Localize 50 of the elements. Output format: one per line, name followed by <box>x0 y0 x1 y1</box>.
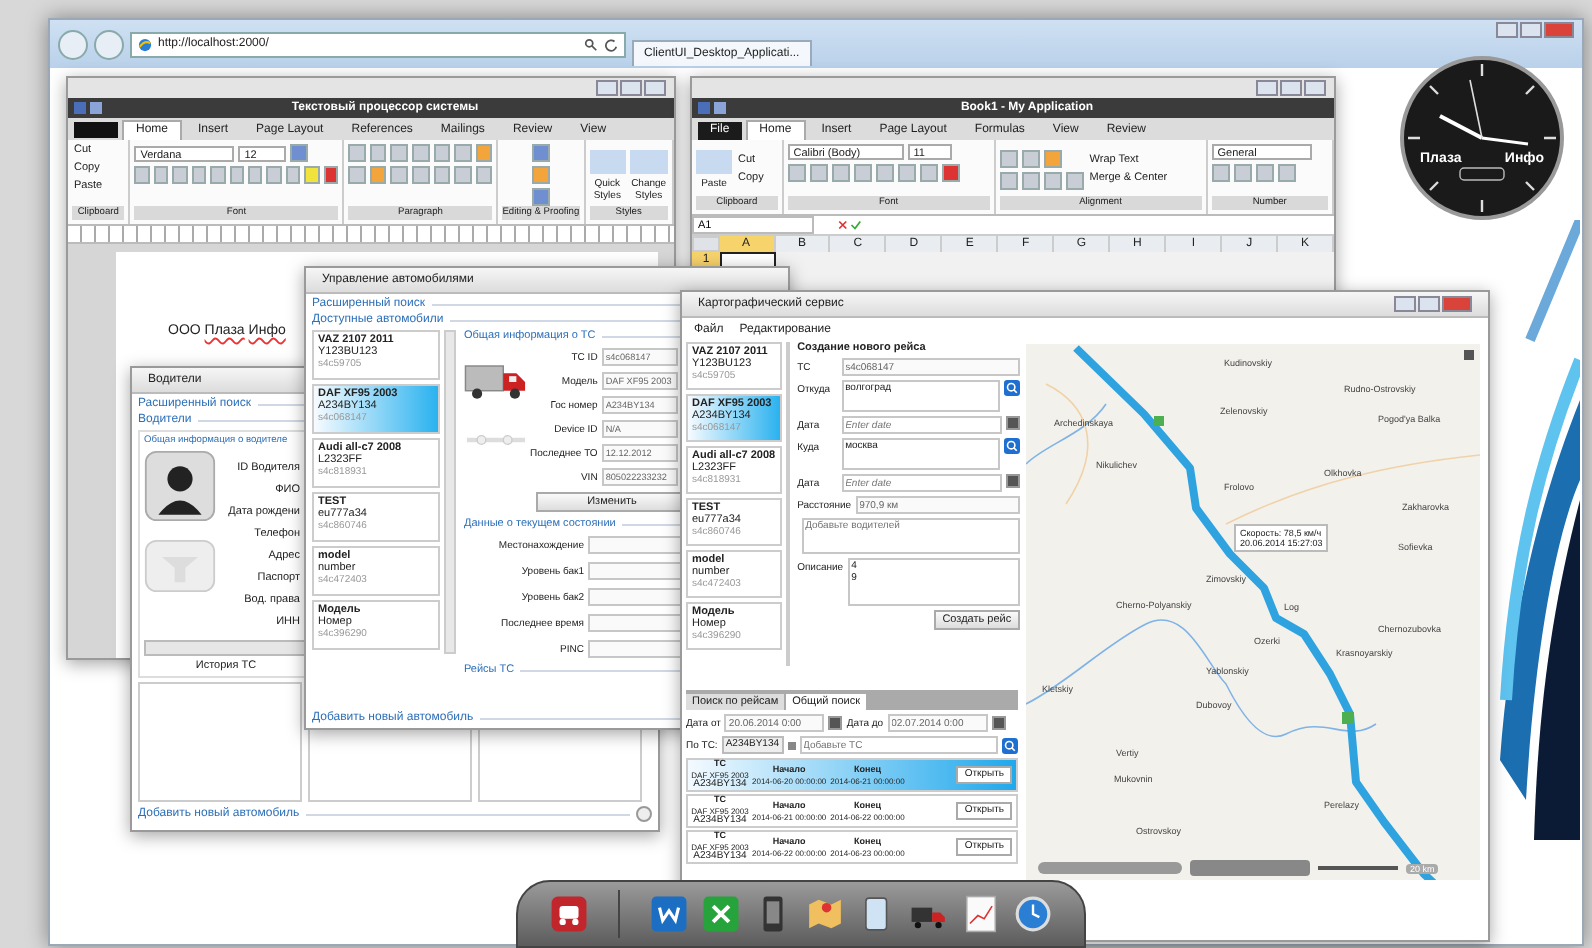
font-color-icon[interactable] <box>323 166 339 184</box>
minimize-icon[interactable] <box>596 80 618 96</box>
clock-icon[interactable] <box>1013 892 1052 936</box>
remove-tag-icon[interactable] <box>787 741 796 749</box>
scrollbar[interactable] <box>444 330 456 654</box>
maximize-icon[interactable] <box>620 80 642 96</box>
minimize-icon[interactable] <box>1394 296 1416 312</box>
close-icon[interactable] <box>1442 296 1472 312</box>
grow-font-icon[interactable] <box>290 144 309 162</box>
document-icon[interactable] <box>649 892 688 936</box>
truck-icon <box>464 360 528 404</box>
photo-placeholder <box>144 538 216 594</box>
coordinates-bar <box>1038 862 1182 874</box>
find-icon[interactable] <box>531 144 550 162</box>
back-button[interactable] <box>58 29 88 59</box>
search-icon[interactable] <box>1003 380 1020 396</box>
browser-logo-icon <box>138 37 152 51</box>
search-icon[interactable] <box>1003 438 1020 454</box>
minimize-icon[interactable] <box>1496 22 1518 38</box>
search-icon[interactable] <box>1002 737 1018 753</box>
minimize-icon[interactable] <box>1256 80 1278 96</box>
avatar-icon <box>144 450 216 522</box>
car-icon[interactable] <box>550 892 589 936</box>
highlight-icon[interactable] <box>304 166 320 184</box>
calendar-icon[interactable] <box>828 716 843 730</box>
search-icon[interactable] <box>584 37 598 51</box>
font-color-icon[interactable] <box>941 164 960 182</box>
paragraph-icon[interactable] <box>348 166 366 184</box>
forward-button[interactable] <box>94 29 124 59</box>
chart-icon[interactable] <box>961 892 1000 936</box>
route-marker <box>1342 712 1354 724</box>
calendar-icon[interactable] <box>1005 416 1020 430</box>
route-marker <box>1154 416 1164 426</box>
refresh-icon[interactable] <box>604 37 618 51</box>
select-all-corner[interactable] <box>692 236 720 252</box>
maximize-icon[interactable] <box>1418 296 1440 312</box>
maximize-icon[interactable] <box>1280 80 1302 96</box>
replace-icon[interactable] <box>531 166 550 184</box>
maximize-icon[interactable] <box>1520 22 1542 38</box>
expand-icon[interactable] <box>636 806 652 822</box>
calendar-icon[interactable] <box>1005 474 1020 488</box>
close-icon[interactable] <box>1304 80 1326 96</box>
spelling-icon[interactable] <box>531 188 550 206</box>
spreadsheet-icon[interactable] <box>701 892 740 936</box>
scrollbar[interactable] <box>785 342 790 666</box>
scale-bar-line <box>1318 866 1398 870</box>
close-icon[interactable] <box>644 80 666 96</box>
calendar-icon[interactable] <box>991 716 1006 730</box>
driver-action-button[interactable] <box>144 640 308 656</box>
close-icon[interactable] <box>1544 22 1574 38</box>
